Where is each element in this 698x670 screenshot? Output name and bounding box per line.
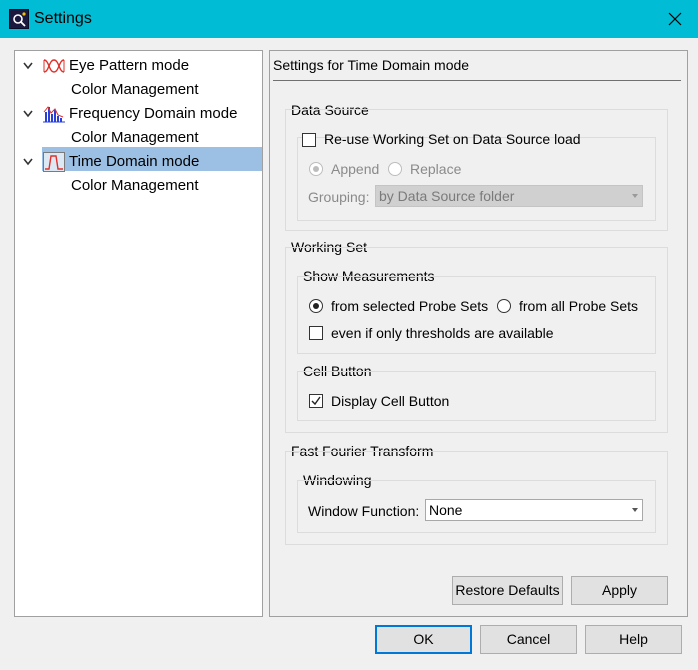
- settings-tree: Eye Pattern mode Color Management Freque…: [14, 50, 263, 617]
- tree-item-eye-pattern-mode[interactable]: Eye Pattern mode: [15, 54, 255, 78]
- help-button[interactable]: Help: [585, 625, 682, 654]
- eye-pattern-icon: [43, 56, 65, 76]
- panel-title: Settings for Time Domain mode: [273, 57, 470, 73]
- apply-button[interactable]: Apply: [571, 576, 668, 605]
- window-function-dropdown[interactable]: None: [425, 499, 643, 521]
- title-bar: Settings: [0, 0, 698, 38]
- chevron-down-icon[interactable]: [22, 54, 34, 78]
- chevron-down-icon[interactable]: [22, 150, 34, 174]
- append-label: Append: [331, 161, 380, 177]
- close-icon: [668, 12, 682, 26]
- settings-panel: Settings for Time Domain mode Data Sourc…: [269, 50, 688, 617]
- reuse-subgroup: [297, 137, 656, 221]
- chevron-down-icon: [632, 194, 638, 198]
- time-domain-icon: [43, 152, 65, 172]
- tree-item-eye-pattern-color-management[interactable]: Color Management: [71, 78, 199, 102]
- tree-item-frequency-domain-mode[interactable]: Frequency Domain mode: [15, 102, 255, 126]
- window-function-label: Window Function:: [308, 503, 420, 519]
- tree-item-time-domain-mode[interactable]: Time Domain mode: [15, 150, 255, 174]
- tree-item-label: Eye Pattern mode: [69, 57, 190, 74]
- display-cell-button-label: Display Cell Button: [331, 393, 450, 409]
- reuse-working-set-label: Re-use Working Set on Data Source load: [324, 131, 581, 147]
- chevron-down-icon[interactable]: [22, 102, 34, 126]
- display-cell-button-checkbox[interactable]: [309, 394, 323, 408]
- cancel-button[interactable]: Cancel: [480, 625, 577, 654]
- tree-item-label: Time Domain mode: [69, 153, 200, 170]
- settings-app-icon: [9, 9, 29, 29]
- grouping-label: Grouping:: [308, 189, 370, 205]
- replace-radio[interactable]: [388, 162, 402, 176]
- thresholds-label: even if only thresholds are available: [331, 325, 554, 341]
- tree-item-label: Frequency Domain mode: [69, 105, 238, 122]
- reuse-working-set-checkbox[interactable]: [302, 133, 316, 147]
- panel-divider: [273, 80, 681, 81]
- append-radio[interactable]: [309, 162, 323, 176]
- tree-item-frequency-color-management[interactable]: Color Management: [71, 126, 199, 150]
- window-title: Settings: [34, 10, 92, 27]
- frequency-domain-icon: [43, 104, 65, 124]
- from-selected-probe-sets-label: from selected Probe Sets: [331, 298, 489, 314]
- thresholds-checkbox[interactable]: [309, 326, 323, 340]
- from-all-probe-sets-label: from all Probe Sets: [519, 298, 639, 314]
- restore-defaults-button[interactable]: Restore Defaults: [452, 576, 563, 605]
- grouping-dropdown[interactable]: by Data Source folder: [375, 185, 643, 207]
- from-all-probe-sets-radio[interactable]: [497, 299, 511, 313]
- tree-item-time-domain-color-management[interactable]: Color Management: [71, 174, 199, 198]
- grouping-value: by Data Source folder: [379, 188, 515, 204]
- chevron-down-icon: [632, 508, 638, 512]
- checkmark-icon: [311, 396, 321, 406]
- from-selected-probe-sets-radio[interactable]: [309, 299, 323, 313]
- show-measurements-group: [297, 276, 656, 354]
- replace-label: Replace: [410, 161, 462, 177]
- ok-button[interactable]: OK: [375, 625, 472, 654]
- close-button[interactable]: [652, 0, 698, 38]
- window-function-value: None: [429, 502, 463, 518]
